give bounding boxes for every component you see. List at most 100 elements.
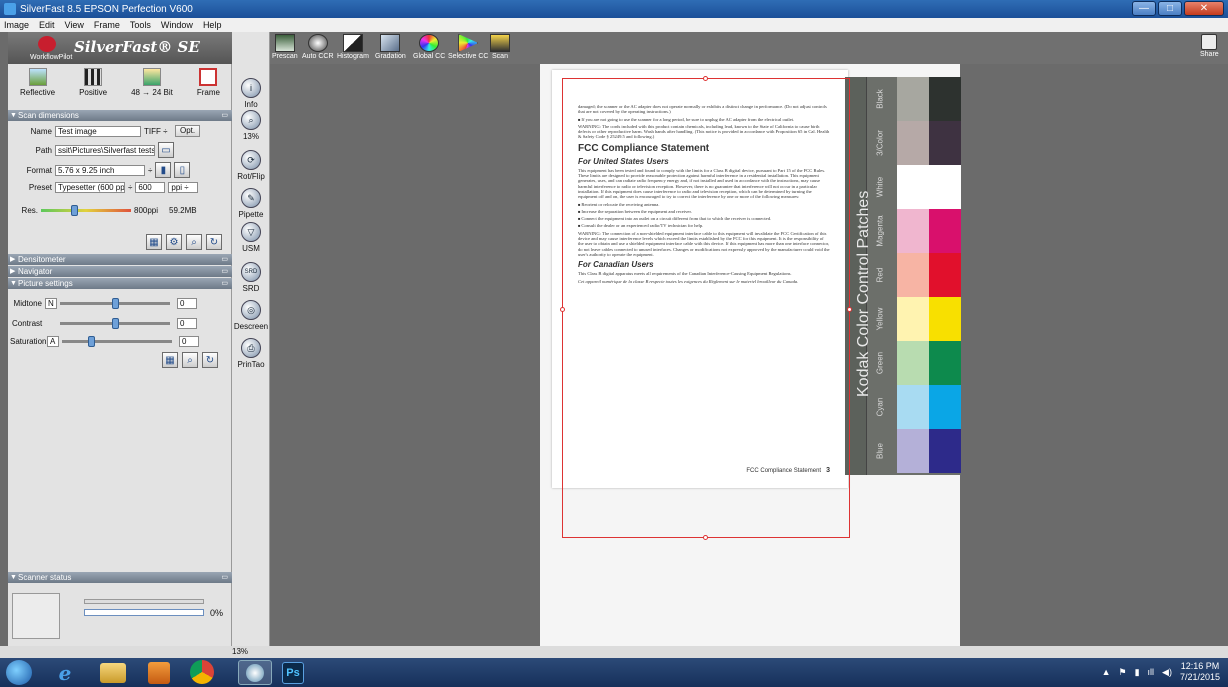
mode-bit-depth[interactable]: 48 → 24 Bit [131, 68, 173, 104]
menu-help[interactable]: Help [203, 20, 222, 30]
tool-srd[interactable]: SRD SRD [232, 262, 270, 293]
navigator-header[interactable]: ▶ Navigator ▭ [8, 266, 232, 277]
close-button[interactable]: ✕ [1184, 1, 1224, 16]
ppi-input[interactable]: 600 [135, 182, 166, 193]
share-button[interactable]: Share [1200, 34, 1219, 58]
frame-handle-top[interactable] [703, 76, 708, 81]
clock[interactable]: 12:16 PM 7/21/2015 [1180, 661, 1220, 683]
kodak-label-3color: 3/Color [875, 130, 885, 156]
section-title: Densitometer [18, 255, 66, 264]
workflow-pilot-button[interactable]: SilverFast® SE WorkflowPilot [8, 32, 232, 64]
prescan-button[interactable]: Prescan [272, 34, 298, 60]
picture-settings-header[interactable]: ▼ Picture settings ▭ [8, 278, 232, 289]
menu-edit[interactable]: Edit [39, 20, 55, 30]
menu-image[interactable]: Image [4, 20, 29, 30]
frame-handle-left[interactable] [560, 307, 565, 312]
name-input[interactable]: Test image [55, 125, 141, 137]
global-cc-button[interactable]: Global CC [413, 34, 445, 60]
menu-window[interactable]: Window [161, 20, 193, 30]
tool-descreen[interactable]: ◎ Descreen [232, 300, 270, 331]
gradation-button[interactable]: Gradation [375, 34, 406, 60]
battery-icon[interactable]: ▮ [1135, 667, 1140, 678]
pin-icon[interactable]: ▭ [221, 110, 228, 121]
mode-positive[interactable]: Positive [79, 68, 107, 104]
usm-icon: ▽ [241, 222, 261, 242]
format-dropdown-arrow[interactable]: ÷ [148, 166, 152, 175]
silverfast-icon[interactable] [238, 660, 272, 685]
pin-icon[interactable]: ▭ [221, 254, 228, 265]
contrast-value[interactable]: 0 [177, 318, 197, 329]
contrast-slider-knob[interactable] [112, 318, 119, 329]
format-select[interactable]: 5.76 x 9.25 inch [55, 164, 145, 176]
action-center-flag-icon[interactable]: ⚑ [1119, 667, 1127, 678]
scan-frame[interactable] [560, 76, 852, 540]
saturation-mode[interactable]: A [47, 336, 59, 347]
midtone-slider[interactable] [60, 298, 170, 309]
scan-button[interactable]: Scan [490, 34, 510, 60]
kodak-label-magenta: Magenta [875, 215, 885, 247]
menu-frame[interactable]: Frame [94, 20, 120, 30]
magnify-icon[interactable]: ⌕ [182, 352, 198, 368]
tool-printao[interactable]: ⎙ PrinTao [232, 338, 270, 369]
internet-explorer-icon[interactable]: e [48, 660, 82, 685]
midtone-value[interactable]: 0 [177, 298, 197, 309]
pin-icon[interactable]: ▭ [221, 278, 228, 289]
resolution-slider[interactable] [41, 205, 131, 216]
expert-icon[interactable]: ▦ [146, 234, 162, 250]
saturation-slider-knob[interactable] [88, 336, 95, 347]
resolution-slider-knob[interactable] [71, 205, 78, 216]
tool-label: Descreen [233, 322, 269, 331]
tool-usm[interactable]: ▽ USM [232, 222, 270, 253]
left-panel: SilverFast® SE WorkflowPilot Reflective … [8, 32, 232, 652]
folder-icon[interactable]: ▭ [158, 142, 174, 158]
preview-area[interactable]: damaged; the scanner or the AC adapter d… [540, 64, 961, 652]
media-player-icon[interactable] [148, 662, 170, 684]
expert-icon[interactable]: ▦ [162, 352, 178, 368]
descreen-icon: ◎ [241, 300, 261, 320]
selective-cc-button[interactable]: Selective CC [448, 34, 488, 60]
maximize-button[interactable]: □ [1158, 1, 1182, 16]
lock-aspect-icon[interactable]: ▮ [155, 162, 172, 178]
saturation-slider[interactable] [62, 336, 172, 347]
ppi-unit-select[interactable]: ppi ÷ [168, 182, 199, 193]
mode-frame[interactable]: Frame [197, 68, 220, 104]
frame-handle-right[interactable] [847, 307, 852, 312]
file-type-select[interactable]: TIFF ÷ [144, 127, 172, 136]
menu-tools[interactable]: Tools [130, 20, 151, 30]
pin-icon[interactable]: ▭ [221, 266, 228, 277]
tool-pipette[interactable]: ✎ Pipette [232, 188, 270, 219]
mode-reflective[interactable]: Reflective [20, 68, 55, 104]
toolbar-label: Prescan [272, 53, 298, 60]
tool-zoom[interactable]: ⌕ 13% [232, 110, 270, 141]
file-explorer-icon[interactable] [100, 663, 126, 683]
magnify-icon[interactable]: ⌕ [186, 234, 202, 250]
path-input[interactable]: ssit\Pictures\Silverfast tests [55, 144, 155, 156]
auto-ccr-button[interactable]: Auto CCR [302, 34, 334, 60]
settings-gear-icon[interactable]: ⚙ [166, 234, 182, 250]
chrome-icon[interactable] [190, 660, 214, 684]
saturation-value[interactable]: 0 [179, 336, 199, 347]
tool-info[interactable]: i Info [232, 78, 270, 109]
minimize-button[interactable]: — [1132, 1, 1156, 16]
tool-rot-flip[interactable]: ⟳ Rot/Flip [232, 150, 270, 181]
opt-button[interactable]: Opt. [175, 125, 201, 137]
photoshop-icon[interactable]: Ps [282, 662, 304, 684]
reset-icon[interactable]: ↻ [206, 234, 222, 250]
midtone-mode[interactable]: N [45, 298, 57, 309]
frame-handle-bottom[interactable] [703, 535, 708, 540]
scan-dimensions-header[interactable]: ▼ Scan dimensions ▭ [8, 110, 232, 121]
start-orb-icon[interactable] [6, 660, 32, 685]
preset-select[interactable]: Typesetter (600 ppi) [55, 182, 125, 193]
orientation-icon[interactable]: ▯ [174, 162, 191, 178]
contrast-slider[interactable] [60, 318, 170, 329]
menu-view[interactable]: View [65, 20, 84, 30]
volume-icon[interactable]: ◀) [1162, 667, 1172, 678]
preset-dropdown-arrow[interactable]: ÷ [128, 183, 132, 192]
densitometer-header[interactable]: ▶ Densitometer ▭ [8, 254, 232, 265]
show-hidden-icons[interactable]: ▲ [1102, 667, 1111, 677]
histogram-button[interactable]: Histogram [337, 34, 369, 60]
reset-icon[interactable]: ↻ [202, 352, 218, 368]
network-signal-icon[interactable]: ıll [1148, 667, 1155, 677]
midtone-slider-knob[interactable] [112, 298, 119, 309]
rotate-flip-icon: ⟳ [241, 150, 261, 170]
